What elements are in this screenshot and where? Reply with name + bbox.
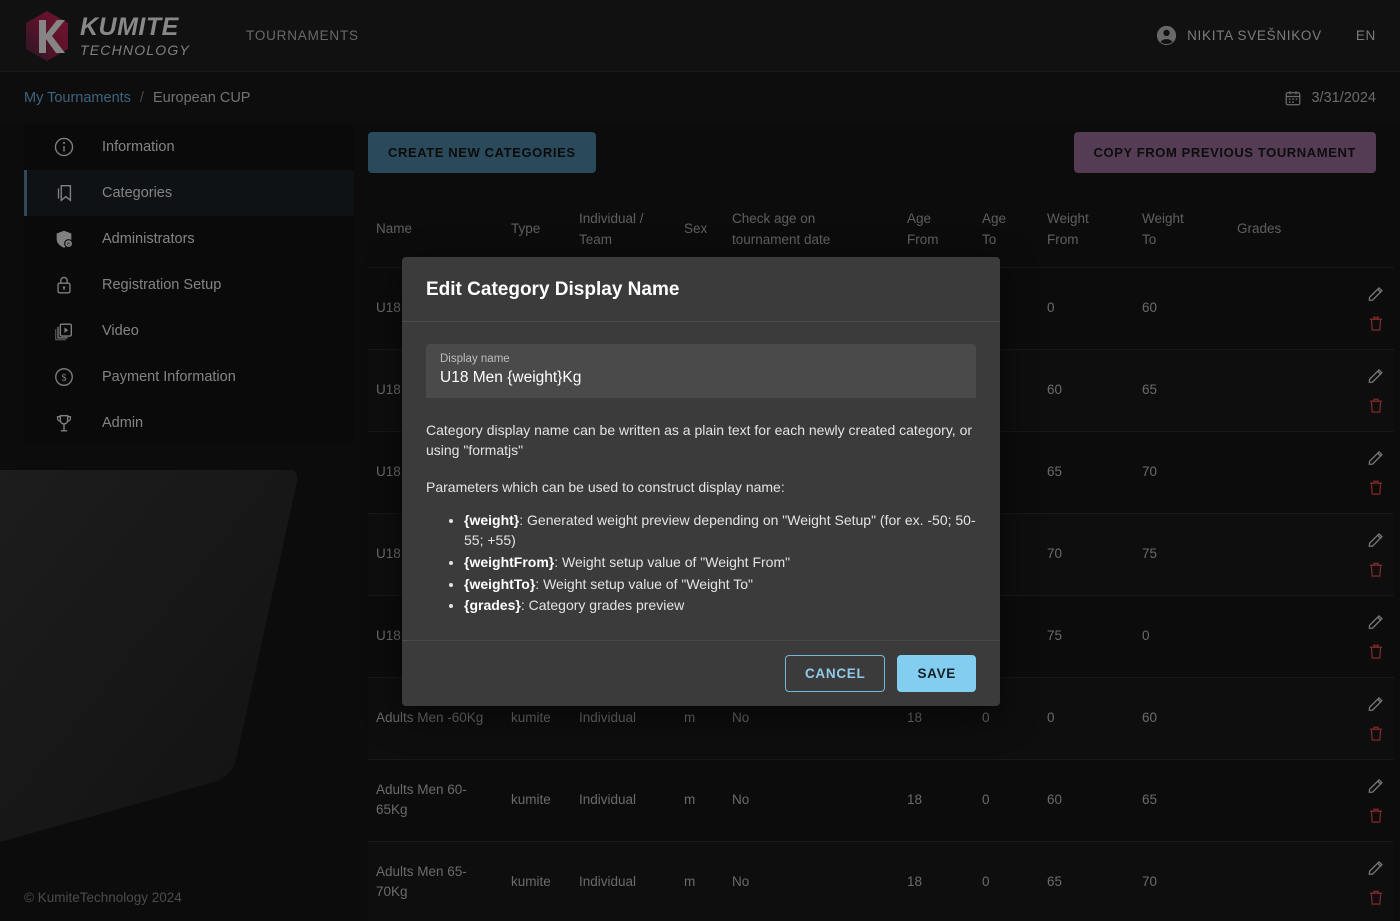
parameter-description: : Weight setup value of "Weight To" [535, 576, 753, 592]
parameter-list-item: {weightFrom}: Weight setup value of "Wei… [464, 553, 976, 573]
app-root: KUMITE TECHNOLOGY TOURNAMENTS NIKITA SVE… [0, 0, 1400, 921]
parameter-list: {weight}: Generated weight preview depen… [426, 511, 976, 616]
cancel-button[interactable]: CANCEL [785, 655, 885, 692]
parameter-token: {grades} [464, 597, 521, 613]
save-button[interactable]: SAVE [897, 655, 976, 692]
parameter-token: {weight} [464, 512, 519, 528]
parameter-token: {weightFrom} [464, 554, 554, 570]
parameter-list-item: {weightTo}: Weight setup value of "Weigh… [464, 575, 976, 595]
dialog-paragraph-1: Category display name can be written as … [426, 420, 976, 461]
parameter-token: {weightTo} [464, 576, 535, 592]
dialog-body: Display name U18 Men {weight}Kg Category… [402, 322, 1000, 640]
parameter-list-item: {weight}: Generated weight preview depen… [464, 511, 976, 551]
parameter-description: : Generated weight preview depending on … [464, 512, 976, 548]
parameter-description: : Weight setup value of "Weight From" [554, 554, 790, 570]
parameter-list-item: {grades}: Category grades preview [464, 596, 976, 616]
edit-category-display-name-dialog: Edit Category Display Name Display name … [402, 257, 1000, 706]
display-name-label: Display name [440, 353, 962, 365]
parameter-description: : Category grades preview [521, 597, 684, 613]
dialog-title: Edit Category Display Name [402, 257, 1000, 322]
display-name-field[interactable]: Display name U18 Men {weight}Kg [426, 344, 976, 398]
dialog-footer: CANCEL SAVE [402, 640, 1000, 706]
dialog-paragraph-2: Parameters which can be used to construc… [426, 477, 976, 497]
display-name-input[interactable]: U18 Men {weight}Kg [440, 369, 962, 387]
